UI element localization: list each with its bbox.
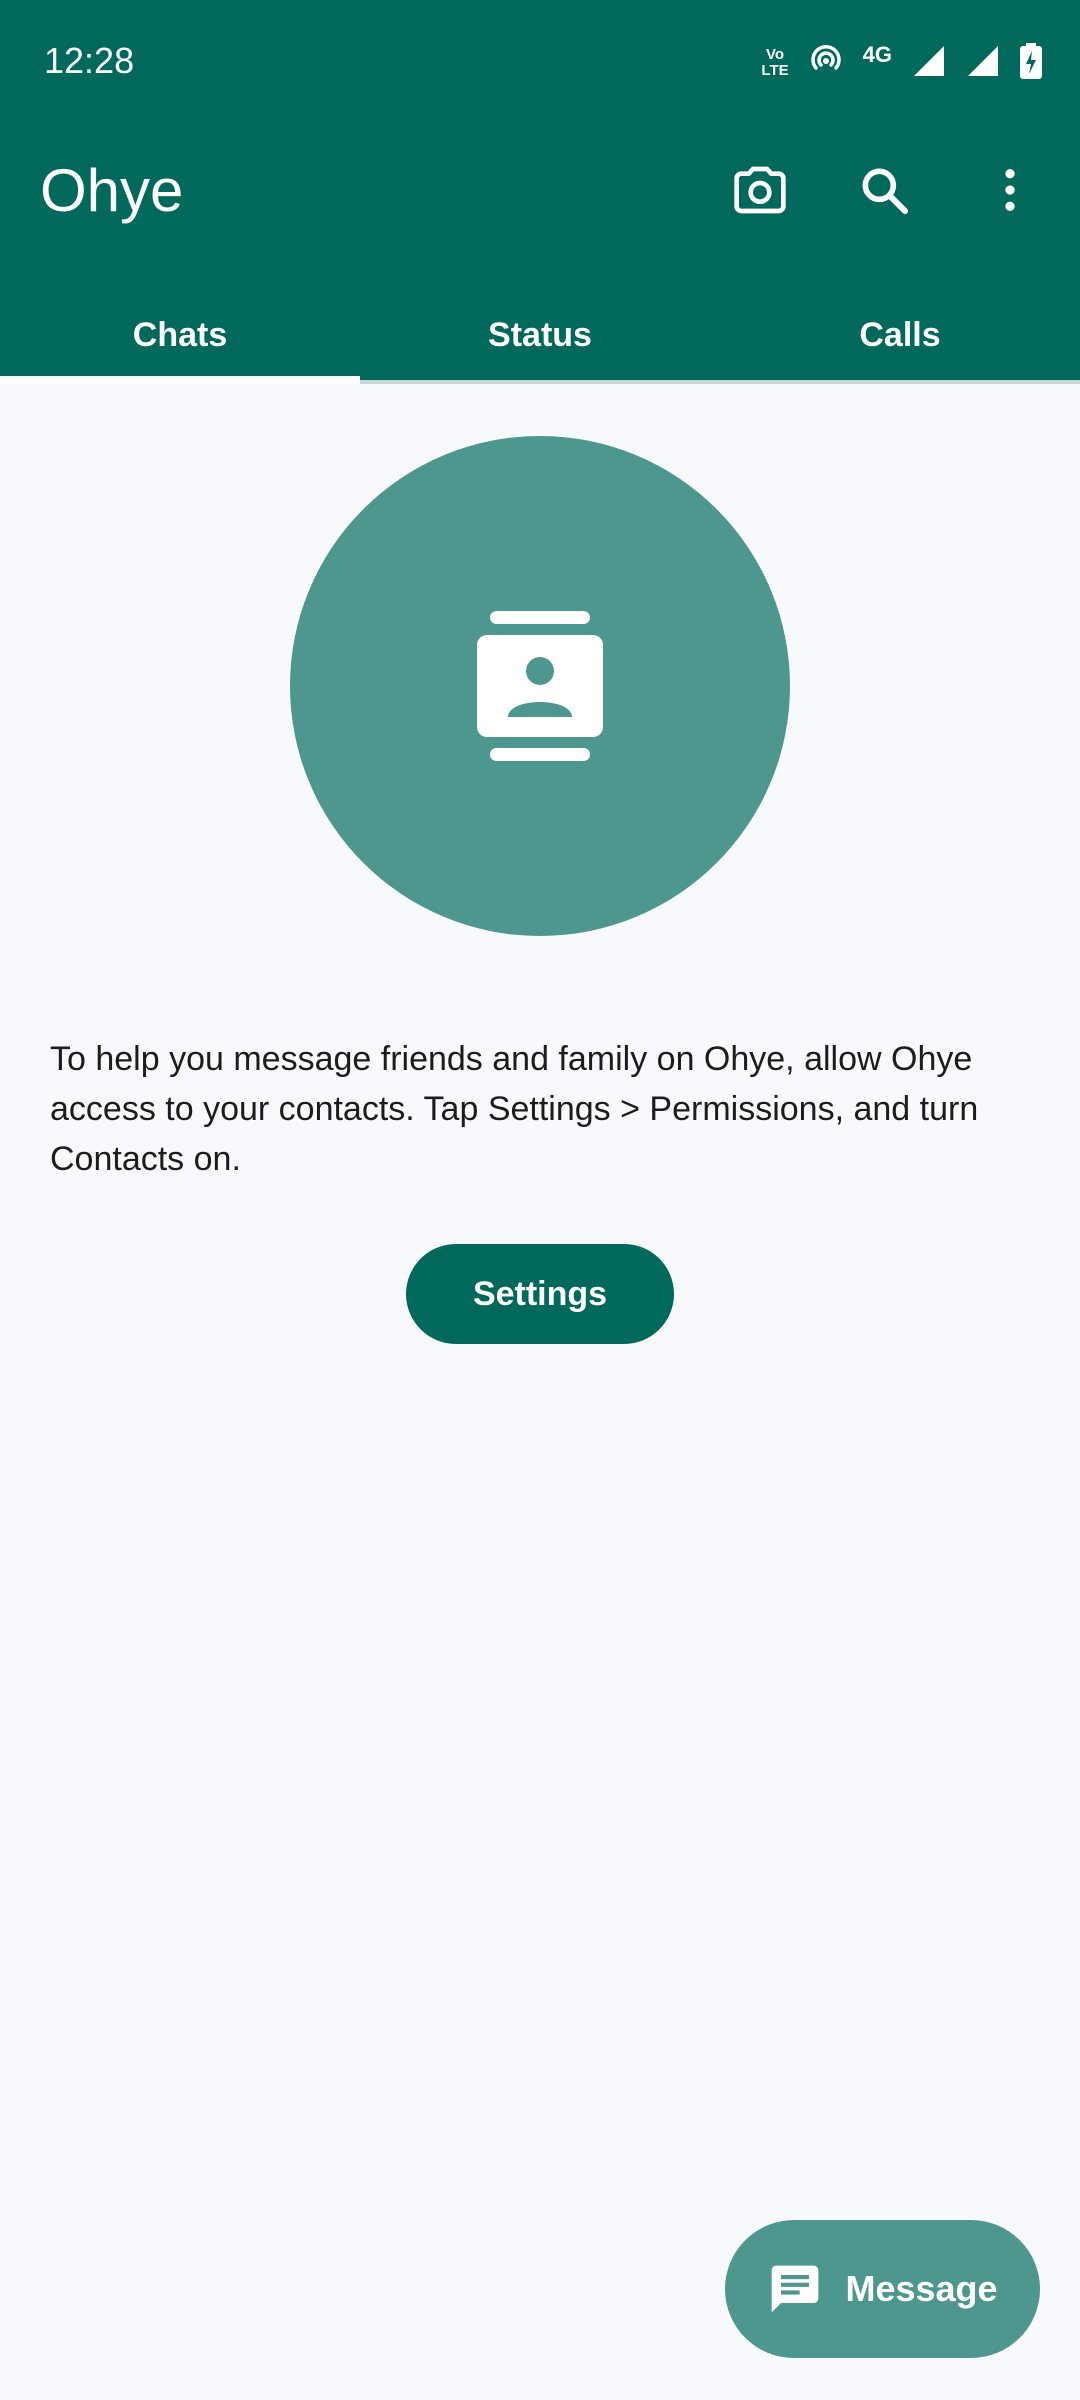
signal-icon [912,44,946,83]
camera-button[interactable] [720,150,800,230]
camera-icon [734,166,786,214]
tab-chats[interactable]: Chats [0,290,360,384]
contacts-illustration [290,436,790,936]
message-icon [772,2265,819,2313]
more-vert-icon [1005,169,1015,211]
fab-label: Message [845,2268,998,2309]
contacts-icon [477,611,603,761]
tab-calls-label: Calls [859,315,941,354]
new-message-fab[interactable]: Message [725,2220,1040,2358]
signal-icon-2 [966,44,1000,83]
settings-button[interactable]: Settings [406,1244,674,1344]
battery-icon [1020,42,1042,84]
tab-status-label: Status [488,315,592,354]
volte-icon: Vo LTE [761,46,789,79]
tab-bar: Chats Status Calls [0,290,1080,384]
search-icon [862,168,909,215]
status-time: 12:28 [44,40,135,81]
status-icons: Vo LTE 4G [761,40,1042,86]
toolbar: Ohye [0,120,1080,260]
tab-status[interactable]: Status [360,290,720,380]
tab-chats-label: Chats [132,315,228,354]
more-options-button[interactable] [970,150,1050,230]
tab-selected-indicator [0,376,360,384]
network-type: 4G [862,42,892,67]
app-bar: 12:28 Vo LTE 4G Ohye Chats Status Calls [0,0,1080,384]
tab-calls[interactable]: Calls [720,290,1080,380]
permission-message: To help you message friends and family o… [50,1040,979,1178]
status-bar: 12:28 Vo LTE 4G [0,0,1080,120]
tab-divider [360,380,1080,384]
hotspot-icon [809,44,843,83]
search-button[interactable] [844,150,924,230]
app-title: Ohye [40,157,184,224]
